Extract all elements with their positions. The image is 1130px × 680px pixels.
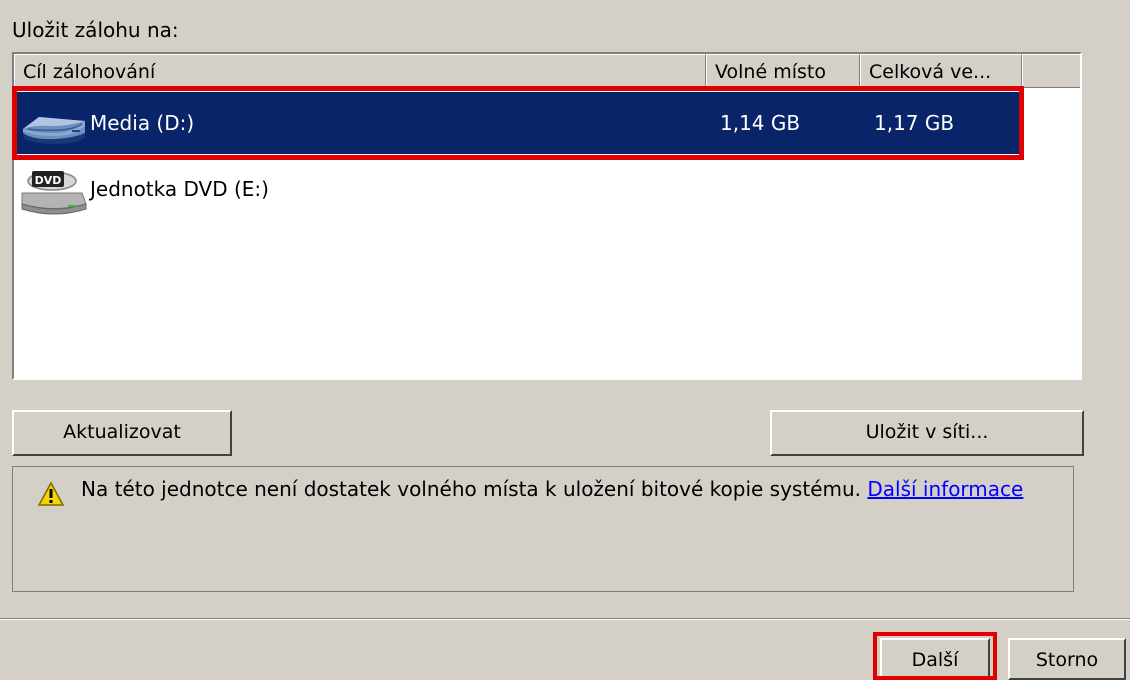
drive-name: Jednotka DVD (E:): [90, 177, 269, 201]
next-button[interactable]: Další: [880, 638, 990, 680]
drive-total-size: 1,17 GB: [874, 111, 955, 135]
drive-name: Media (D:): [90, 111, 195, 135]
warning-message: Na této jednotce není dostatek volného m…: [81, 477, 1023, 501]
column-header-total-size[interactable]: Celková ve...: [860, 54, 1022, 88]
column-header-empty: [1022, 54, 1080, 88]
more-info-link[interactable]: Další informace: [867, 477, 1023, 501]
drive-free-space: 1,14 GB: [720, 111, 801, 135]
column-header-free-space[interactable]: Volné místo: [706, 54, 860, 88]
list-item-drive-d[interactable]: Media (D:) 1,14 GB 1,17 GB: [14, 92, 1024, 154]
refresh-button[interactable]: Aktualizovat: [12, 410, 232, 456]
save-on-network-button[interactable]: Uložit v síti...: [770, 410, 1084, 456]
save-backup-label: Uložit zálohu na:: [12, 18, 179, 42]
footer-separator: [0, 618, 1130, 620]
column-header-backup-target[interactable]: Cíl zálohování: [14, 54, 706, 88]
hard-drive-icon: [18, 100, 90, 148]
warning-icon: [37, 481, 65, 507]
dvd-drive-icon: DVD: [18, 166, 90, 215]
warning-text: Na této jednotce není dostatek volného m…: [81, 477, 862, 501]
backup-target-list[interactable]: Cíl zálohování Volné místo Celková ve...…: [12, 52, 1082, 380]
dvd-icon-label: DVD: [35, 174, 62, 187]
warning-panel: Na této jednotce není dostatek volného m…: [12, 466, 1074, 592]
list-header: Cíl zálohování Volné místo Celková ve...: [14, 54, 1080, 88]
cancel-button[interactable]: Storno: [1008, 638, 1126, 680]
list-item-drive-e[interactable]: DVD Jednotka DVD (E:): [14, 158, 1024, 220]
